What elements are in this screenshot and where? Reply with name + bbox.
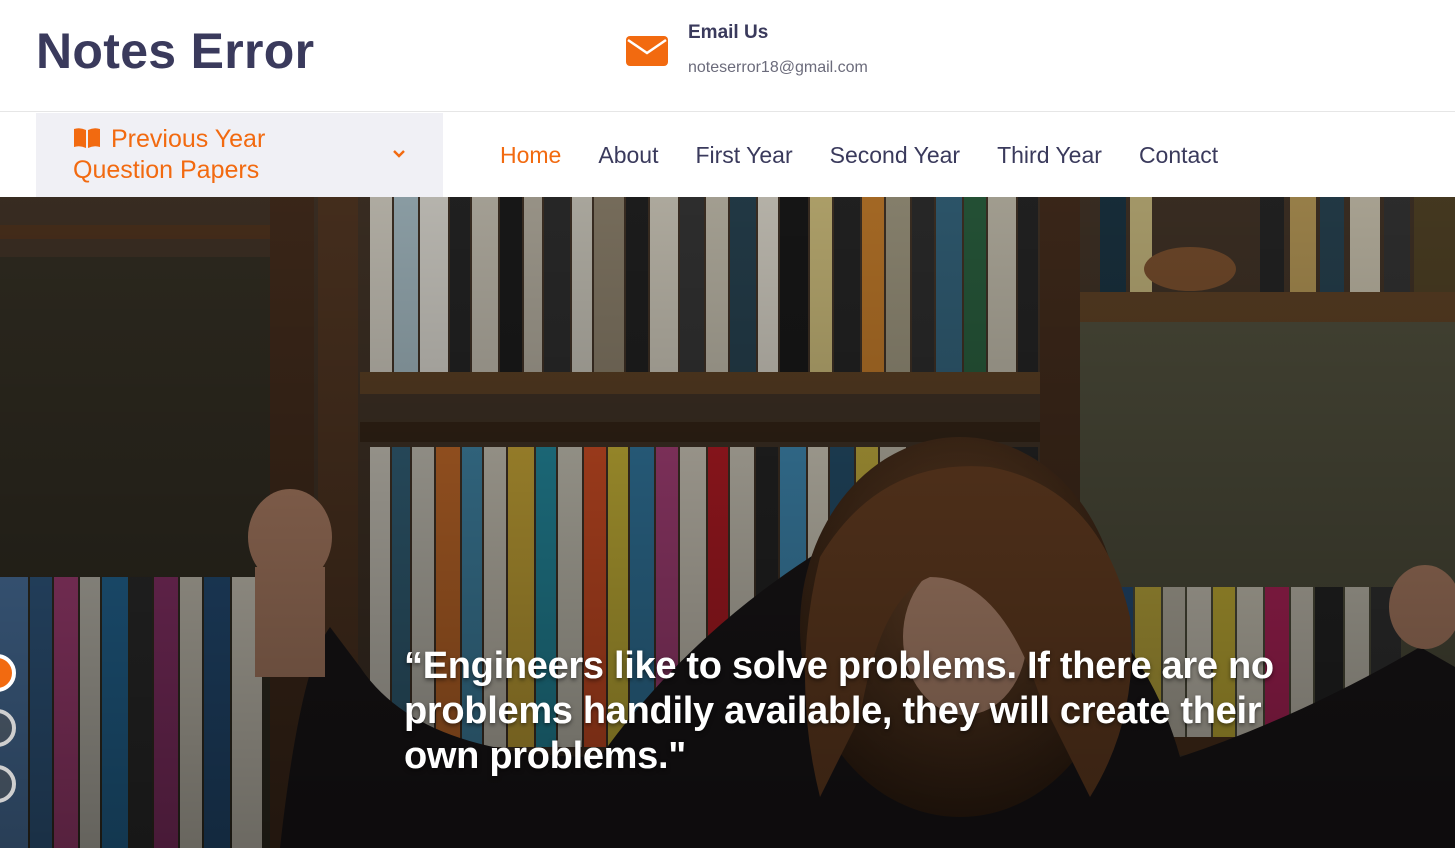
nav-item-third-year[interactable]: Third Year	[978, 142, 1120, 169]
nav-item-contact[interactable]: Contact	[1120, 142, 1236, 169]
hero-quote: “Engineers like to solve problems. If th…	[404, 644, 1394, 779]
dropdown-label-line2: Question Papers	[73, 156, 260, 184]
hero-quote-line1: “Engineers like to solve problems. If th…	[404, 645, 1274, 687]
contact-email-link[interactable]: noteserror18@gmail.com	[688, 59, 868, 77]
site-header: Notes Error Email Us noteserror18@gmail.…	[0, 0, 1455, 112]
nav-item-second-year[interactable]: Second Year	[811, 142, 978, 169]
nav-menu: Home About First Year Second Year Third …	[481, 113, 1236, 197]
dropdown-label-line1: Previous Year	[111, 125, 266, 153]
nav-item-home[interactable]: Home	[481, 142, 579, 169]
dropdown-label: Previous Year Question Papers	[73, 124, 363, 186]
previous-year-papers-dropdown[interactable]: Previous Year Question Papers	[36, 113, 443, 197]
hero-quote-line2: problems handily available, they will cr…	[404, 690, 1262, 732]
contact-title: Email Us	[688, 22, 769, 43]
envelope-icon	[626, 36, 668, 66]
nav-item-about[interactable]: About	[579, 142, 676, 169]
hero-slider: “Engineers like to solve problems. If th…	[0, 197, 1455, 848]
email-contact: Email Us noteserror18@gmail.com	[626, 22, 946, 86]
main-navigation: Previous Year Question Papers Home About…	[0, 113, 1455, 197]
nav-item-first-year[interactable]: First Year	[676, 142, 810, 169]
chevron-down-icon	[393, 150, 405, 158]
site-logo[interactable]: Notes Error	[36, 22, 314, 80]
hero-quote-line3: own problems."	[404, 735, 686, 777]
